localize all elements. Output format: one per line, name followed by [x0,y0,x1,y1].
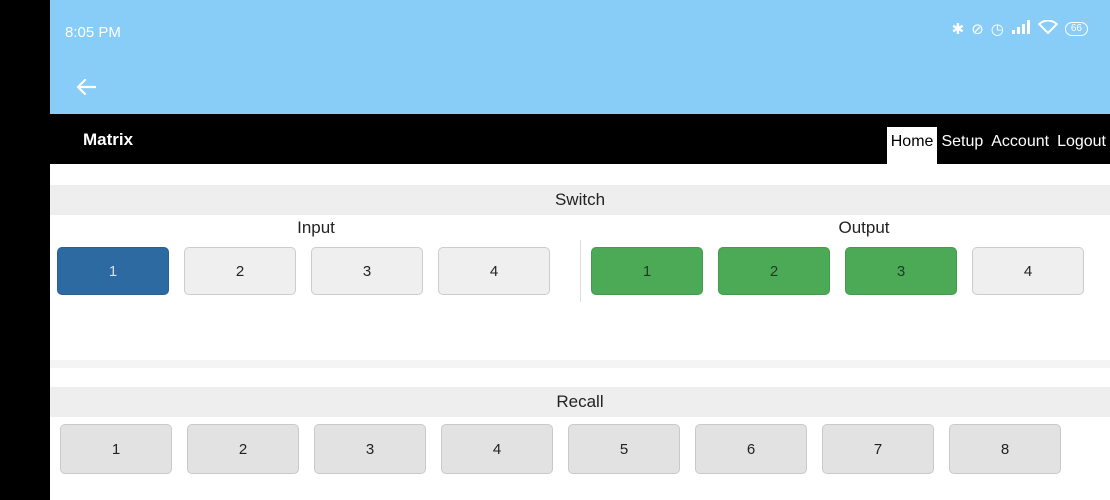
nav-setup[interactable]: Setup [937,127,987,164]
recall-button-6[interactable]: 6 [695,424,807,474]
output-label: Output [838,218,890,237]
input-button-3[interactable]: 3 [311,247,423,295]
recall-button-7[interactable]: 7 [822,424,934,474]
output-button-4[interactable]: 4 [972,247,1084,295]
output-button-3[interactable]: 3 [845,247,957,295]
recall-header: Recall [50,387,1110,417]
recall-button-2[interactable]: 2 [187,424,299,474]
wifi-icon [1037,19,1059,38]
switch-divider [580,240,581,302]
status-icons: ✱ ⊘ ◷ 66 [951,19,1088,38]
bluetooth-icon: ✱ [951,21,965,38]
status-time: 8:05 PM [65,24,121,41]
nav-home[interactable]: Home [886,127,938,164]
brand-title: Matrix [83,130,134,149]
input-button-1[interactable]: 1 [57,247,169,295]
nav-logout[interactable]: Logout [1053,127,1110,164]
app-bar [50,60,1110,114]
switch-header: Switch [50,185,1110,215]
input-button-2[interactable]: 2 [184,247,296,295]
nav-account[interactable]: Account [987,127,1053,164]
recall-button-8[interactable]: 8 [949,424,1061,474]
switch-bottom-strip [50,360,1110,368]
input-label: Input [297,218,335,237]
left-edge-bar [0,0,50,500]
output-button-1[interactable]: 1 [591,247,703,295]
input-button-4[interactable]: 4 [438,247,550,295]
output-button-2[interactable]: 2 [718,247,830,295]
recall-button-5[interactable]: 5 [568,424,680,474]
alarm-off-icon: ⊘ [971,21,984,38]
alarm-icon: ◷ [990,21,1004,38]
battery-icon: 66 [1064,22,1088,36]
back-arrow-icon [76,78,96,96]
signal-icon [1011,20,1031,38]
recall-button-1[interactable]: 1 [60,424,172,474]
back-button[interactable] [70,72,102,102]
status-bar: 8:05 PM ✱ ⊘ ◷ 66 [50,0,1110,60]
nav-links: Home Setup Account Logout [886,127,1110,164]
recall-button-4[interactable]: 4 [441,424,553,474]
top-nav: Matrix Home Setup Account Logout [50,114,1110,164]
recall-button-3[interactable]: 3 [314,424,426,474]
